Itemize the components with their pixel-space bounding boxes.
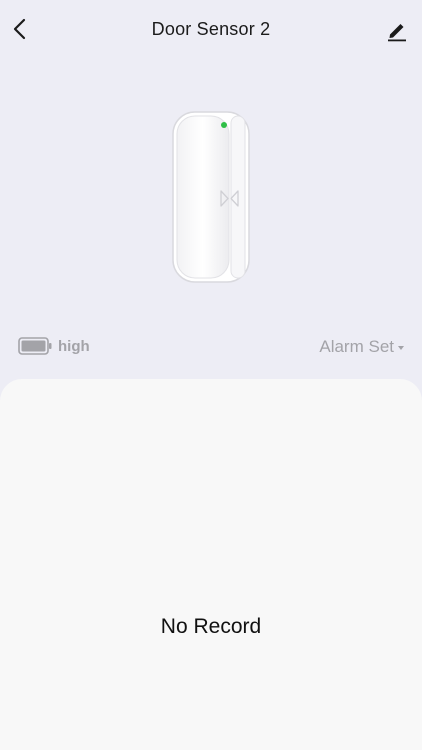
empty-state-message: No Record — [160, 615, 262, 638]
alarm-set-dropdown[interactable]: Alarm Set — [319, 337, 404, 357]
records-panel: No Record — [0, 379, 422, 750]
status-led — [221, 122, 227, 128]
alarm-set-label: Alarm Set — [319, 337, 394, 356]
status-row: high Alarm Set — [0, 330, 422, 362]
battery-icon — [18, 337, 52, 355]
battery-level-label: high — [58, 338, 90, 355]
pencil-icon — [388, 24, 406, 42]
door-sensor-illustration — [170, 110, 254, 286]
caret-down-icon — [398, 346, 404, 350]
edit-button[interactable] — [384, 17, 410, 43]
header-bar: Door Sensor 2 — [0, 0, 422, 60]
page-title: Door Sensor 2 — [151, 19, 271, 39]
